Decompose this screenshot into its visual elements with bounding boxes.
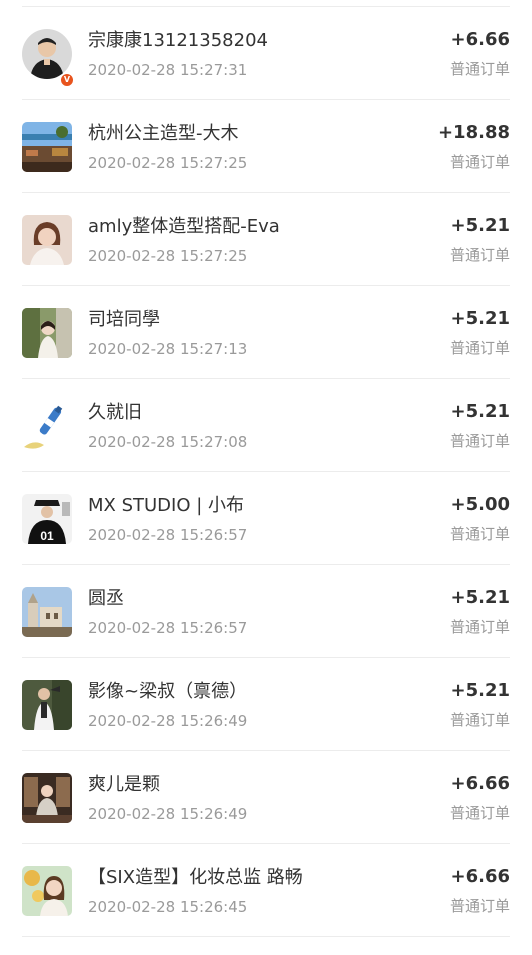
svg-text:01: 01 xyxy=(40,529,54,543)
order-amount: +5.00 xyxy=(450,494,511,515)
order-type: 普通订单 xyxy=(449,525,510,543)
order-time: 2020-02-28 15:27:25 xyxy=(88,154,248,172)
list-item[interactable]: 影像~梁叔（禀德） 2020-02-28 15:26:49 +5.21 普通订单 xyxy=(0,658,532,751)
verified-badge-icon: V xyxy=(60,73,74,87)
avatar xyxy=(22,308,72,358)
order-amount: +5.21 xyxy=(450,587,511,608)
avatar xyxy=(22,773,72,823)
order-type: 普通订单 xyxy=(449,246,510,264)
avatar xyxy=(22,122,72,172)
list-item[interactable]: amly整体造型搭配-Eva 2020-02-28 15:27:25 +5.21… xyxy=(0,193,532,286)
order-type: 普通订单 xyxy=(449,618,510,636)
list-item[interactable]: 爽儿是颗 2020-02-28 15:26:49 +6.66 普通订单 xyxy=(0,751,532,844)
user-name: 久就旧 xyxy=(88,402,142,423)
list-item[interactable]: V 宗康康13121358204 2020-02-28 15:27:31 +6.… xyxy=(0,7,532,100)
list-item[interactable]: 司培同學 2020-02-28 15:27:13 +5.21 普通订单 xyxy=(0,286,532,379)
order-type: 普通订单 xyxy=(449,804,510,822)
user-name: 爽儿是颗 xyxy=(88,774,160,795)
order-time: 2020-02-28 15:27:08 xyxy=(88,433,248,451)
order-amount: +6.66 xyxy=(450,773,511,794)
avatar xyxy=(22,866,72,916)
order-time: 2020-02-28 15:27:31 xyxy=(88,61,248,79)
avatar xyxy=(22,29,72,79)
avatar xyxy=(22,215,72,265)
row-divider xyxy=(22,936,510,937)
order-time: 2020-02-28 15:26:49 xyxy=(88,805,248,823)
user-name: 杭州公主造型-大木 xyxy=(88,123,239,144)
user-name: 宗康康13121358204 xyxy=(88,30,268,51)
order-amount: +6.66 xyxy=(450,866,511,887)
order-type: 普通订单 xyxy=(449,711,510,729)
avatar xyxy=(22,401,72,451)
order-time: 2020-02-28 15:26:45 xyxy=(88,898,248,916)
user-name: 司培同學 xyxy=(88,309,160,330)
user-name: MX STUDIO | 小布 xyxy=(88,495,245,516)
order-amount: +18.88 xyxy=(437,122,510,143)
user-name: 影像~梁叔（禀德） xyxy=(88,681,248,702)
list-item[interactable]: 圆丞 2020-02-28 15:26:57 +5.21 普通订单 xyxy=(0,565,532,658)
user-name: 圆丞 xyxy=(88,588,124,609)
order-amount: +5.21 xyxy=(450,308,511,329)
order-type: 普通订单 xyxy=(449,153,510,171)
order-type: 普通订单 xyxy=(449,339,510,357)
list-item[interactable]: 杭州公主造型-大木 2020-02-28 15:27:25 +18.88 普通订… xyxy=(0,100,532,193)
order-amount: +6.66 xyxy=(450,29,511,50)
order-amount: +5.21 xyxy=(450,401,511,422)
order-time: 2020-02-28 15:26:57 xyxy=(88,619,248,637)
order-type: 普通订单 xyxy=(449,432,510,450)
order-time: 2020-02-28 15:26:49 xyxy=(88,712,248,730)
order-time: 2020-02-28 15:27:25 xyxy=(88,247,248,265)
list-item[interactable]: 久就旧 2020-02-28 15:27:08 +5.21 普通订单 xyxy=(0,379,532,472)
order-type: 普通订单 xyxy=(449,897,510,915)
avatar xyxy=(22,680,72,730)
list-item[interactable]: 【SIX造型】化妆总监 路畅 2020-02-28 15:26:45 +6.66… xyxy=(0,844,532,937)
order-amount: +5.21 xyxy=(450,680,511,701)
user-name: 【SIX造型】化妆总监 路畅 xyxy=(88,867,303,888)
order-type: 普通订单 xyxy=(449,60,510,78)
avatar: 01 xyxy=(22,494,72,544)
order-time: 2020-02-28 15:26:57 xyxy=(88,526,248,544)
avatar xyxy=(22,587,72,637)
order-amount: +5.21 xyxy=(450,215,511,236)
list-item[interactable]: 01 MX STUDIO | 小布 2020-02-28 15:26:57 +5… xyxy=(0,472,532,565)
order-time: 2020-02-28 15:27:13 xyxy=(88,340,248,358)
user-name: amly整体造型搭配-Eva xyxy=(88,216,280,237)
